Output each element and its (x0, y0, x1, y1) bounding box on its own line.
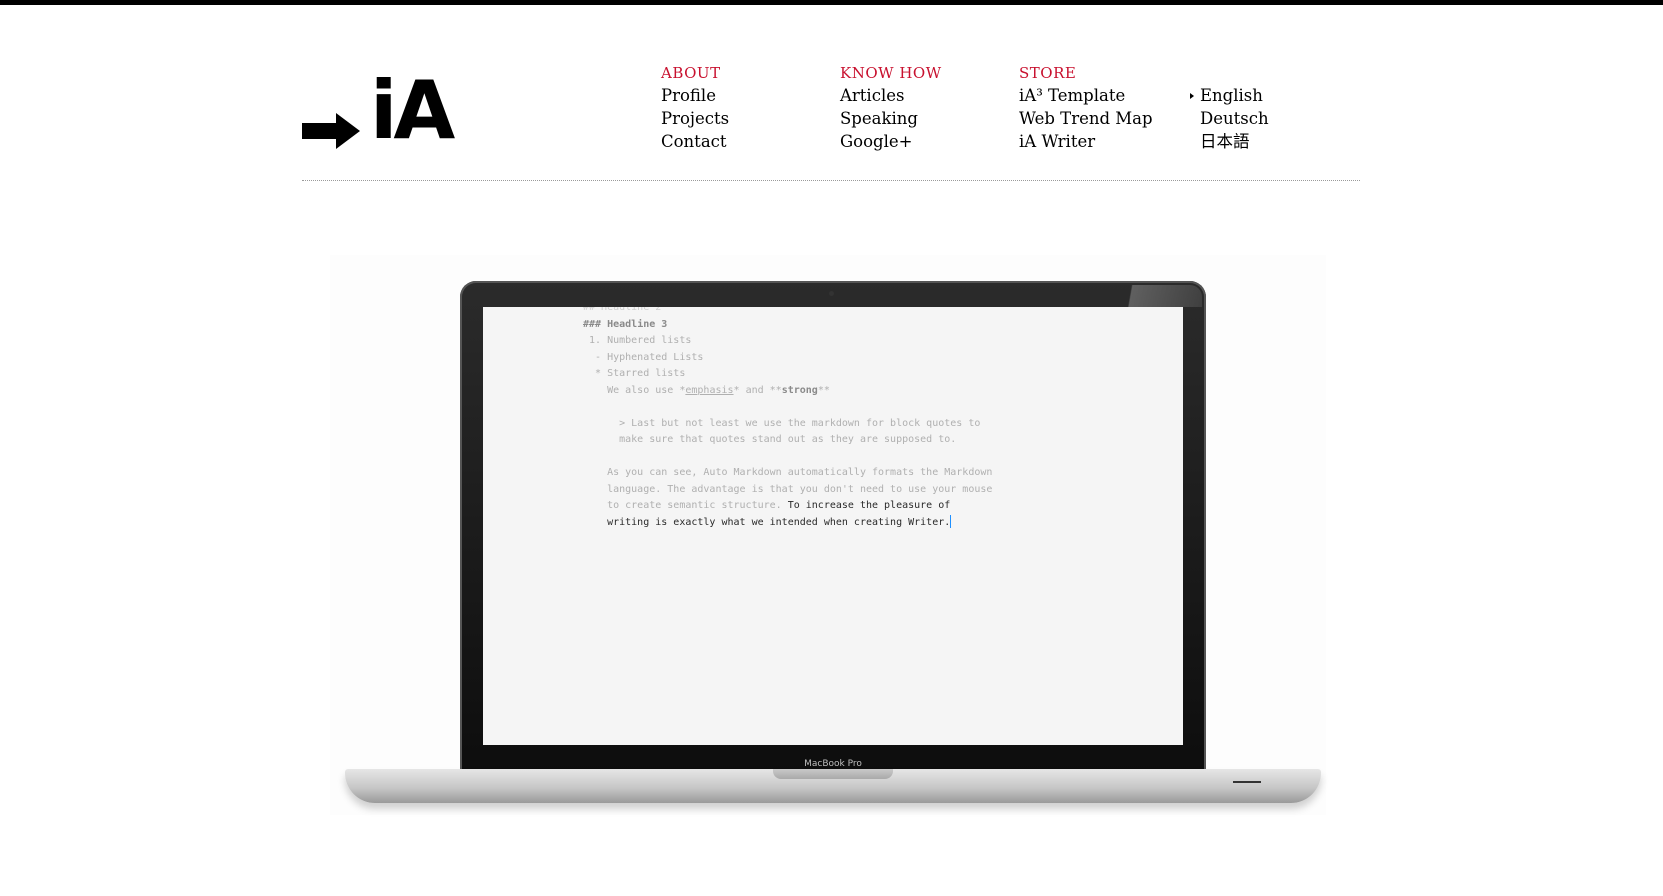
nav-link-contact[interactable]: Contact (661, 130, 729, 153)
nav-link-google-plus[interactable]: Google+ (840, 130, 942, 153)
nav-link-articles[interactable]: Articles (840, 84, 942, 107)
ia-logo[interactable]: iA (302, 71, 455, 155)
editor-line: ### Headline 3 (583, 317, 1103, 334)
language-english[interactable]: English (1190, 84, 1269, 107)
nav-column-store: STORE iA³ Template Web Trend Map iA Writ… (1019, 62, 1153, 153)
drive-slot (1233, 781, 1261, 783)
editor-line: 1. Numbered lists (583, 335, 692, 346)
nav-heading-know-how[interactable]: KNOW HOW (840, 62, 942, 84)
editor-blank-line (583, 449, 1103, 466)
editor-line: to create semantic structure. To increas… (583, 498, 1103, 515)
markdown-marker: ### (583, 318, 602, 330)
arrow-icon (302, 113, 360, 149)
editor-text: ## Headline 2 ### Headline 3 1. Numbered … (583, 307, 1103, 532)
editor-line: ## Headline 2 (583, 307, 662, 313)
language-label: English (1200, 86, 1263, 105)
editor-line: make sure that quotes stand out as they … (583, 434, 957, 445)
nav-link-ia3-template[interactable]: iA³ Template (1019, 84, 1153, 107)
editor-line: We also use *emphasis* and **strong** (583, 383, 1103, 400)
editor-line: writing is exactly what we intended when… (583, 515, 1103, 532)
nav-link-projects[interactable]: Projects (661, 107, 729, 130)
strong-text: strong (781, 384, 818, 396)
nav-heading-about[interactable]: ABOUT (661, 62, 729, 84)
focus-text: To increase the pleasure of (787, 500, 951, 511)
nav-link-speaking[interactable]: Speaking (840, 107, 942, 130)
emphasis-text: emphasis (685, 384, 734, 396)
logo-wordmark: iA (370, 64, 455, 157)
editor-line: As you can see, Auto Markdown automatica… (583, 467, 993, 478)
top-border (0, 0, 1663, 5)
text-run: We also use * (583, 384, 686, 396)
laptop-brand-label: MacBook Pro (804, 759, 862, 769)
text-cursor (950, 515, 952, 528)
laptop-notch (773, 769, 893, 779)
nav-link-ia-writer[interactable]: iA Writer (1019, 130, 1153, 153)
screen-glare (1082, 285, 1202, 307)
laptop-lid: ## Headline 2 ### Headline 3 1. Numbered … (460, 281, 1206, 773)
editor-line: language. The advantage is that you don'… (583, 483, 993, 495)
nav-column-know-how: KNOW HOW Articles Speaking Google+ (840, 62, 942, 153)
language-label: Deutsch (1200, 109, 1269, 128)
editor-blank-line (583, 399, 1103, 416)
editor-line: - Hyphenated Lists (583, 351, 704, 363)
language-deutsch[interactable]: Deutsch (1190, 107, 1269, 130)
header-divider (302, 180, 1360, 181)
laptop-screen: ## Headline 2 ### Headline 3 1. Numbered … (483, 307, 1183, 745)
nav-link-web-trend-map[interactable]: Web Trend Map (1019, 107, 1153, 130)
language-japanese[interactable]: 日本語 (1190, 130, 1269, 153)
text-run: to create semantic structure. (583, 500, 788, 511)
laptop-base (345, 769, 1321, 803)
text-run: * and ** (733, 384, 782, 396)
language-switcher: English Deutsch 日本語 (1190, 84, 1269, 153)
camera-icon (829, 291, 834, 296)
editor-line: * Starred lists (583, 368, 686, 379)
selected-marker-icon (1190, 93, 1194, 99)
editor-line: > Last but not least we use the markdown… (583, 417, 981, 429)
text-run: ** (817, 384, 830, 396)
hero-image: ## Headline 2 ### Headline 3 1. Numbered … (330, 255, 1326, 815)
language-label: 日本語 (1200, 132, 1250, 151)
focus-text: writing is exactly what we intended when… (583, 516, 951, 528)
nav-column-about: ABOUT Profile Projects Contact (661, 62, 729, 153)
nav-link-profile[interactable]: Profile (661, 84, 729, 107)
headline-text: Headline 3 (607, 318, 668, 330)
nav-heading-store[interactable]: STORE (1019, 62, 1153, 84)
